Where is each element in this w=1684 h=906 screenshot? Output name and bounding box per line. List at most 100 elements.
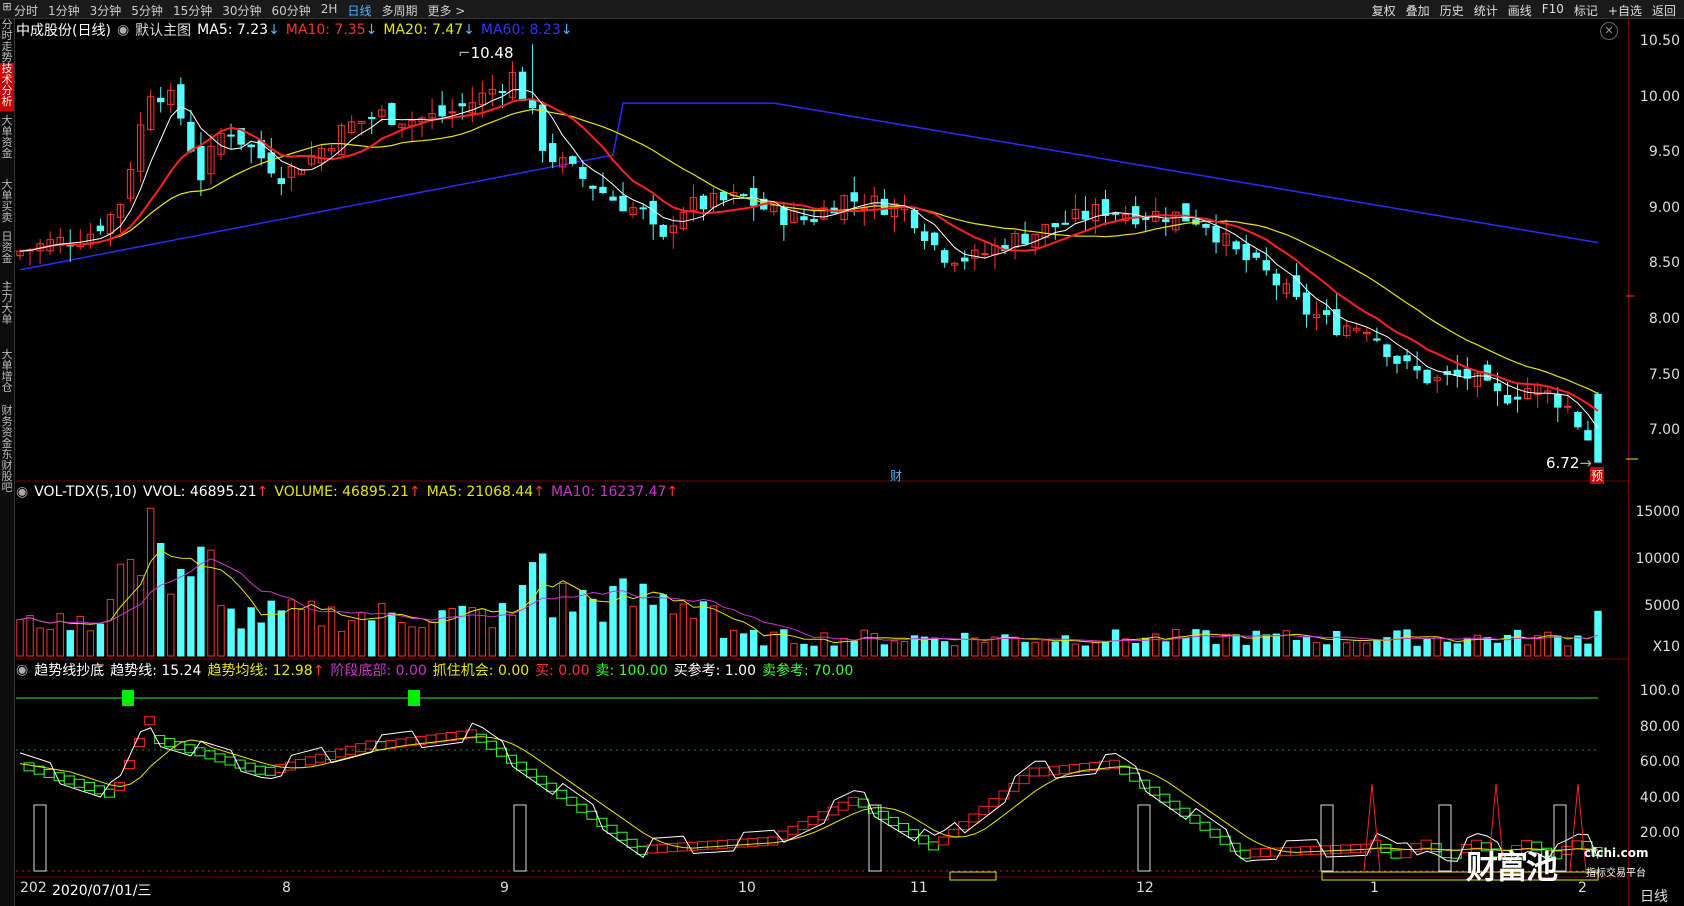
- candle-body: [1393, 355, 1401, 364]
- volume-bar: [1222, 633, 1230, 657]
- volume-bar: [1121, 638, 1130, 657]
- volume-unit: X10: [1652, 639, 1680, 655]
- volume-bar: [870, 632, 879, 657]
- volume-bar: [1523, 644, 1532, 657]
- high-price-label: ⌐10.48: [458, 44, 514, 62]
- trend-step-box: [877, 810, 889, 820]
- candle-body: [1232, 241, 1240, 250]
- trend-step-box: [696, 841, 708, 851]
- volume-bar: [1363, 642, 1371, 657]
- volume-bar: [538, 553, 547, 657]
- candle-body: [1111, 212, 1120, 215]
- trend-step-box: [797, 820, 809, 830]
- trend-step-box: [526, 768, 538, 778]
- volume-bar: [1513, 629, 1522, 657]
- volume-bar: [428, 621, 436, 657]
- trend-step-box: [1390, 849, 1402, 859]
- volume-bar: [1162, 641, 1170, 657]
- volume-bar: [1192, 629, 1200, 657]
- volume-bar: [961, 632, 969, 657]
- indicator-tick-4: 20.00: [1639, 825, 1680, 841]
- volume-bar: [1373, 640, 1381, 657]
- trend-step-box: [214, 753, 226, 763]
- trend-step-box: [144, 716, 156, 726]
- candle-body: [1493, 383, 1502, 392]
- trend-step-box: [1179, 807, 1191, 817]
- cursor-date: 2020/07/01/三: [52, 883, 152, 899]
- volume-bar: [36, 627, 44, 657]
- volume-bar: [599, 621, 607, 657]
- kline-chart[interactable]: [0, 0, 1684, 906]
- candle-body: [589, 185, 597, 189]
- trend-step-box: [1330, 844, 1342, 854]
- volume-bar: [267, 600, 275, 657]
- volume-bar: [1041, 639, 1049, 657]
- candle-body: [1061, 222, 1069, 225]
- candle-body: [96, 225, 105, 232]
- financial-report-marker[interactable]: 财: [890, 467, 902, 484]
- candle-body: [1513, 396, 1522, 400]
- volume-bar: [1021, 641, 1029, 657]
- candle-body: [518, 71, 527, 101]
- volume-bar: [1433, 636, 1441, 657]
- volume-bar: [1111, 629, 1120, 657]
- volume-bar: [1483, 637, 1492, 657]
- trend-step-box: [616, 831, 628, 841]
- volume-bar: [1142, 637, 1150, 657]
- trend-step-box: [1450, 849, 1462, 859]
- candle-body: [267, 152, 275, 174]
- candle-body: [1383, 344, 1391, 358]
- candle-body: [1564, 405, 1572, 408]
- candle-body: [609, 196, 617, 201]
- candle-body: [961, 257, 969, 262]
- trend-step-box: [1219, 835, 1231, 845]
- trend-step-box: [908, 829, 920, 839]
- candle-body: [528, 99, 537, 109]
- trend-step-box: [1058, 765, 1070, 775]
- trend-step-box: [787, 825, 799, 835]
- candle-body: [1252, 252, 1260, 258]
- trend-step-box: [304, 756, 316, 766]
- date-axis: 202 2020/07/01/三 8 9 10 11 12 1 2: [16, 880, 1628, 899]
- volume-bar: [177, 568, 185, 657]
- candle-body: [1584, 430, 1592, 441]
- forecast-marker[interactable]: 预: [1590, 467, 1605, 484]
- trend-step-box: [1129, 772, 1141, 782]
- volume-bar: [146, 507, 155, 657]
- trend-step-box: [918, 835, 930, 845]
- trend-step-box: [897, 823, 909, 833]
- volume-bar: [1594, 610, 1602, 657]
- volume-bar: [1332, 630, 1341, 657]
- volume-bar: [167, 593, 175, 657]
- ma60-line: [19, 102, 1599, 271]
- trend-step-box: [546, 782, 558, 792]
- volume-tick-1: 10000: [1635, 551, 1680, 567]
- trend-step-box: [777, 830, 789, 840]
- trend-step-box: [315, 753, 327, 763]
- volume-tick-0: 15000: [1635, 504, 1680, 520]
- trend-average-line: [19, 736, 1599, 853]
- stage-bottom-bar: [1320, 804, 1334, 872]
- volume-bar: [719, 637, 728, 657]
- trend-step-box: [1249, 848, 1261, 858]
- candle-body: [699, 195, 708, 210]
- trend-step-box: [757, 837, 769, 847]
- candle-body: [1182, 203, 1190, 222]
- volume-bar: [1413, 645, 1421, 657]
- volume-bar: [1071, 643, 1080, 657]
- volume-bar: [347, 620, 356, 657]
- candle-body: [1242, 244, 1250, 261]
- candle-body: [277, 178, 286, 184]
- price-tick-1: 10.00: [1639, 88, 1680, 105]
- trend-step-box: [857, 798, 869, 808]
- candle-body: [1574, 412, 1582, 428]
- candle-body: [780, 207, 788, 226]
- volume-bar: [830, 645, 838, 657]
- period-label[interactable]: 日线: [1640, 886, 1668, 906]
- volume-bar: [1031, 641, 1039, 657]
- month-label-8: 8: [282, 880, 291, 896]
- candle-body: [368, 116, 376, 120]
- volume-bar: [56, 613, 64, 657]
- candle-body: [639, 207, 647, 210]
- stage-bottom-bar: [868, 804, 882, 872]
